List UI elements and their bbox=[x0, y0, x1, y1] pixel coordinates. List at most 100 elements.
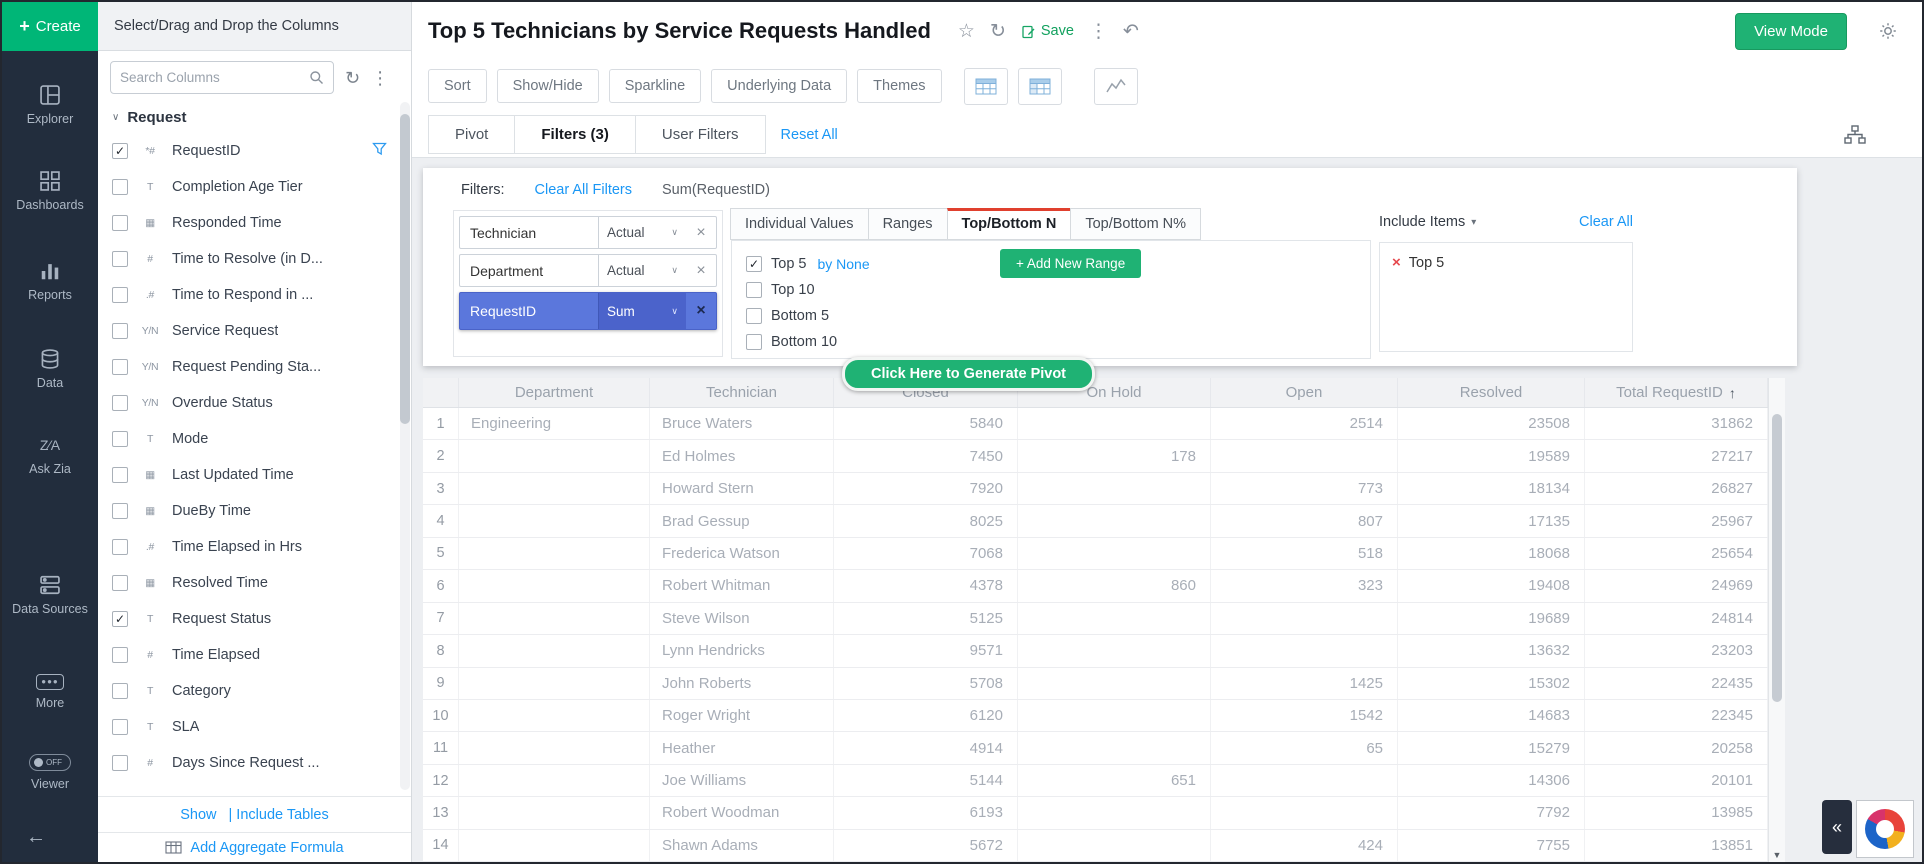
table-view-button[interactable] bbox=[964, 68, 1008, 105]
chip-aggregation-dropdown[interactable]: Sum∨ bbox=[598, 293, 686, 329]
filter-chip-requestid[interactable]: RequestID Sum∨ × bbox=[459, 292, 717, 330]
sparkline-button[interactable]: Sparkline bbox=[609, 69, 701, 103]
option-checkbox[interactable] bbox=[746, 256, 762, 272]
chip-remove-button[interactable]: × bbox=[686, 224, 716, 242]
sidebar-item-viewer[interactable]: OFF Viewer bbox=[2, 754, 98, 791]
field-row[interactable]: Y/N Request Pending Sta... bbox=[98, 349, 411, 385]
column-header-department[interactable]: Department bbox=[459, 378, 650, 407]
field-row[interactable]: Y/N Overdue Status bbox=[98, 385, 411, 421]
sidebar-item-reports[interactable]: Reports bbox=[2, 260, 98, 302]
hierarchy-icon[interactable] bbox=[1844, 125, 1866, 145]
collapse-panel-button[interactable]: « bbox=[1822, 800, 1852, 854]
field-checkbox[interactable] bbox=[112, 143, 128, 159]
generate-pivot-button[interactable]: Click Here to Generate Pivot bbox=[842, 357, 1095, 391]
field-checkbox[interactable] bbox=[112, 287, 128, 303]
field-row[interactable]: # Time to Resolve (in D... bbox=[98, 241, 411, 277]
sidebar-item-dashboards[interactable]: Dashboards bbox=[2, 170, 98, 212]
sidebar-item-data-sources[interactable]: Data Sources bbox=[2, 574, 98, 616]
field-row[interactable]: *# RequestID bbox=[98, 133, 411, 169]
field-row[interactable]: T Completion Age Tier bbox=[98, 169, 411, 205]
add-aggregate-formula-link[interactable]: Add Aggregate Formula bbox=[190, 840, 343, 856]
field-row[interactable]: Y/N Service Request bbox=[98, 313, 411, 349]
search-input[interactable] bbox=[120, 70, 303, 85]
by-none-link[interactable]: by None bbox=[817, 256, 869, 272]
create-button[interactable]: + Create bbox=[2, 2, 98, 51]
option-checkbox[interactable] bbox=[746, 282, 762, 298]
filter-chip-department[interactable]: Department Actual∨ × bbox=[459, 254, 717, 287]
field-checkbox[interactable] bbox=[112, 323, 128, 339]
include-items-dropdown[interactable]: Include Items ▾ bbox=[1379, 214, 1476, 230]
chip-remove-button[interactable]: × bbox=[686, 302, 716, 320]
undo-icon[interactable]: ↶ bbox=[1123, 22, 1139, 41]
field-checkbox[interactable] bbox=[112, 647, 128, 663]
sidebar-item-more[interactable]: ●●● More bbox=[2, 674, 98, 710]
tab-top-bottom-n[interactable]: Top/Bottom N bbox=[947, 208, 1072, 240]
refresh-report-icon[interactable]: ↻ bbox=[990, 22, 1006, 41]
column-header-technician[interactable]: Technician bbox=[650, 378, 834, 407]
table-scrollbar-thumb[interactable] bbox=[1772, 414, 1782, 702]
table-scrollbar[interactable]: ▼ bbox=[1768, 378, 1785, 862]
field-row[interactable]: # Time Elapsed bbox=[98, 637, 411, 673]
field-checkbox[interactable] bbox=[112, 215, 128, 231]
field-checkbox[interactable] bbox=[112, 467, 128, 483]
option-checkbox[interactable] bbox=[746, 334, 762, 350]
field-row[interactable]: ▦ DueBy Time bbox=[98, 493, 411, 529]
field-row[interactable]: ▦ Responded Time bbox=[98, 205, 411, 241]
field-checkbox[interactable] bbox=[112, 611, 128, 627]
column-header-total[interactable]: Total RequestID ↑ bbox=[1585, 378, 1768, 407]
tab-top-bottom-n-pct[interactable]: Top/Bottom N% bbox=[1070, 208, 1201, 240]
themes-button[interactable]: Themes bbox=[857, 69, 941, 103]
sidebar-item-ask-zia[interactable]: Z⁄A Ask Zia bbox=[2, 434, 98, 476]
refresh-columns-button[interactable]: ↻ bbox=[345, 69, 360, 87]
column-header-resolved[interactable]: Resolved bbox=[1398, 378, 1585, 407]
field-row[interactable]: .# Time Elapsed in Hrs bbox=[98, 529, 411, 565]
field-row[interactable]: ▦ Last Updated Time bbox=[98, 457, 411, 493]
chart-view-button[interactable] bbox=[1094, 68, 1138, 105]
field-checkbox[interactable] bbox=[112, 395, 128, 411]
tab-pivot[interactable]: Pivot bbox=[428, 115, 515, 154]
scroll-down-arrow-icon[interactable]: ▼ bbox=[1769, 850, 1785, 860]
save-button[interactable]: Save bbox=[1021, 23, 1074, 39]
tab-filters[interactable]: Filters (3) bbox=[514, 115, 636, 154]
show-hide-button[interactable]: Show/Hide bbox=[497, 69, 599, 103]
remove-item-x-icon[interactable]: × bbox=[1392, 254, 1401, 271]
view-mode-button[interactable]: View Mode bbox=[1735, 13, 1847, 50]
filter-option-row[interactable]: Bottom 5 bbox=[746, 303, 1370, 329]
settings-gear-icon[interactable] bbox=[1878, 21, 1898, 41]
chip-aggregation-dropdown[interactable]: Actual∨ bbox=[598, 255, 686, 286]
filter-option-row[interactable]: Bottom 10 bbox=[746, 329, 1370, 355]
option-checkbox[interactable] bbox=[746, 308, 762, 324]
show-link[interactable]: Show bbox=[180, 807, 216, 823]
filter-option-row[interactable]: Top 10 bbox=[746, 277, 1370, 303]
collapse-sidebar-icon[interactable]: ← bbox=[26, 826, 46, 849]
field-row[interactable]: # Days Since Request ... bbox=[98, 745, 411, 781]
add-aggregate-bar[interactable]: Add Aggregate Formula bbox=[98, 832, 411, 862]
favorite-star-icon[interactable]: ☆ bbox=[958, 22, 975, 41]
field-row[interactable]: .# Time to Respond in ... bbox=[98, 277, 411, 313]
filter-funnel-icon[interactable] bbox=[372, 142, 387, 161]
field-checkbox[interactable] bbox=[112, 575, 128, 591]
field-checkbox[interactable] bbox=[112, 431, 128, 447]
field-checkbox[interactable] bbox=[112, 503, 128, 519]
field-checkbox[interactable] bbox=[112, 179, 128, 195]
add-new-range-button[interactable]: + Add New Range bbox=[1000, 249, 1141, 278]
clear-all-filters-link[interactable]: Clear All Filters bbox=[535, 182, 633, 198]
columns-menu-kebab-icon[interactable]: ⋮ bbox=[371, 69, 389, 87]
include-tables-link[interactable]: | Include Tables bbox=[229, 807, 329, 823]
field-checkbox[interactable] bbox=[112, 251, 128, 267]
field-checkbox[interactable] bbox=[112, 539, 128, 555]
chip-aggregation-dropdown[interactable]: Actual∨ bbox=[598, 217, 686, 248]
sidebar-item-explorer[interactable]: Explorer bbox=[2, 84, 98, 126]
filter-chip-technician[interactable]: Technician Actual∨ × bbox=[459, 216, 717, 249]
field-checkbox[interactable] bbox=[112, 719, 128, 735]
chip-remove-button[interactable]: × bbox=[686, 262, 716, 280]
more-options-kebab-icon[interactable]: ⋮ bbox=[1089, 22, 1108, 41]
field-row[interactable]: T SLA bbox=[98, 709, 411, 745]
column-header-open[interactable]: Open bbox=[1211, 378, 1398, 407]
sidebar-item-data[interactable]: Data bbox=[2, 348, 98, 390]
sort-button[interactable]: Sort bbox=[428, 69, 487, 103]
reset-all-link[interactable]: Reset All bbox=[781, 127, 838, 143]
viewer-off-toggle[interactable]: OFF bbox=[29, 754, 71, 771]
field-row[interactable]: ▦ Resolved Time bbox=[98, 565, 411, 601]
include-clear-all-link[interactable]: Clear All bbox=[1579, 214, 1633, 230]
